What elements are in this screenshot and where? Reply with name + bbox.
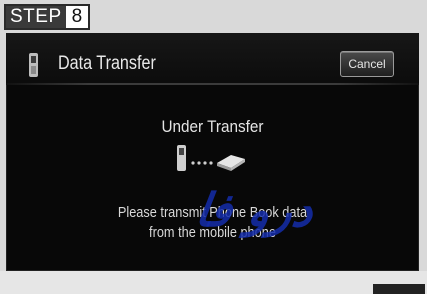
screen-header: Data Transfer Cancel (6, 33, 419, 83)
phone-icon (29, 53, 38, 77)
transfer-illustration (177, 145, 245, 171)
display-screen: Data Transfer Cancel Under Transfer Plea… (6, 33, 419, 271)
image-code-tag (373, 284, 425, 294)
cancel-button[interactable]: Cancel (340, 51, 394, 77)
phone-icon (177, 145, 186, 171)
watermark: درو فا (192, 183, 317, 237)
page-title: Data Transfer (58, 53, 156, 74)
bottom-strip (0, 271, 427, 294)
step-badge: STEP 8 (4, 4, 91, 30)
book-icon (217, 155, 245, 171)
step-label: STEP (6, 6, 66, 28)
header-divider (6, 83, 419, 85)
step-number: 8 (65, 6, 89, 28)
transfer-status: Under Transfer (161, 117, 264, 136)
transfer-dots-icon (191, 161, 213, 165)
